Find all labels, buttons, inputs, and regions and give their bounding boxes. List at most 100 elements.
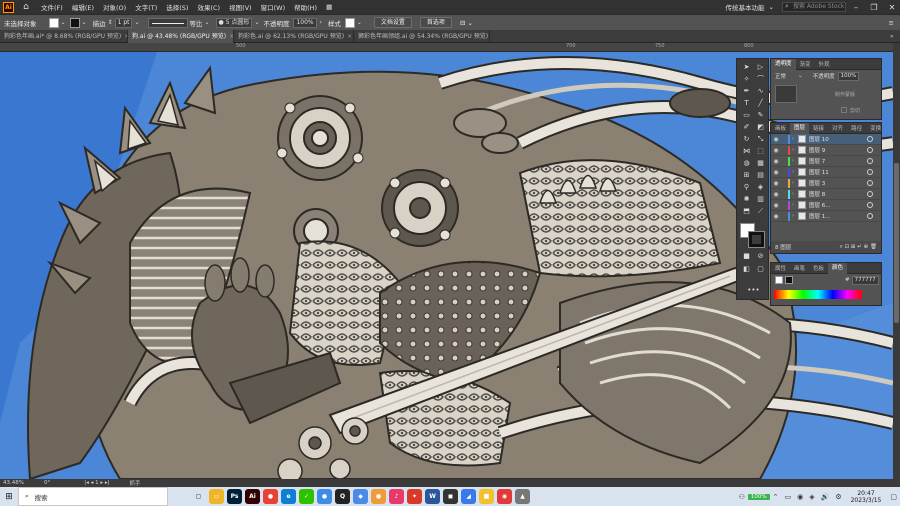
layer-row[interactable]: ◉ › 图层 9: [771, 145, 881, 156]
free-transform-icon[interactable]: ⬚: [754, 146, 767, 157]
symbol-sprayer-icon[interactable]: ✺: [740, 194, 753, 205]
mic-icon[interactable]: ◉: [797, 493, 803, 501]
illustrator-icon[interactable]: Ai: [245, 489, 260, 504]
network-icon[interactable]: ▭: [784, 493, 791, 501]
brush-definition[interactable]: ● 5 点圆形: [215, 17, 253, 28]
close-icon[interactable]: ×: [347, 33, 352, 40]
workspace-switcher[interactable]: 传统基本功能: [726, 2, 765, 12]
layer-name[interactable]: 图层 11: [809, 168, 867, 176]
opacity-field[interactable]: 100%: [837, 71, 860, 81]
battery-indicator[interactable]: 100%: [747, 493, 770, 500]
file-explorer-icon[interactable]: ▭: [209, 489, 224, 504]
graph-tool-icon[interactable]: ▥: [754, 194, 767, 205]
stepper-icon[interactable]: ⇕: [108, 19, 113, 26]
tab-color[interactable]: 颜色: [828, 262, 848, 274]
layer-name[interactable]: 图层 9: [809, 146, 867, 154]
scale-tool-icon[interactable]: ⤡: [754, 134, 767, 145]
tab-doc-3[interactable]: 狗彩色.ai @ 62.13% (RGB/GPU 预览) ×: [234, 30, 354, 43]
preferences-button[interactable]: 首选项: [419, 17, 452, 28]
app-blue-icon[interactable]: ◆: [353, 489, 368, 504]
more-tools-icon[interactable]: •••: [747, 285, 760, 296]
menu-select[interactable]: 选择(S): [166, 2, 188, 12]
target-icon[interactable]: [867, 147, 873, 153]
app-orange-icon[interactable]: ●: [371, 489, 386, 504]
eye-icon[interactable]: ◉: [771, 147, 781, 154]
taskbar-search[interactable]: ⌕ 搜索: [18, 487, 168, 506]
menu-help[interactable]: 帮助(H): [294, 2, 317, 12]
chevron-down-icon[interactable]: ⌄: [254, 19, 259, 26]
app-tray-icon[interactable]: ◈: [809, 493, 814, 501]
layer-name[interactable]: 图层 3: [809, 179, 867, 187]
make-mask-button[interactable]: 制作蒙版: [835, 91, 855, 98]
input-method-icon[interactable]: ⚙: [835, 493, 841, 501]
eye-icon[interactable]: ◉: [771, 136, 781, 143]
mesh-tool-icon[interactable]: ⊞: [740, 170, 753, 181]
none-mode-icon[interactable]: ⊘: [754, 251, 767, 262]
rectangle-tool-icon[interactable]: ▭: [740, 110, 753, 121]
slice-tool-icon[interactable]: ⟋: [754, 206, 767, 217]
eye-icon[interactable]: ◉: [771, 191, 781, 198]
menu-view[interactable]: 视图(V): [229, 2, 252, 12]
photoshop-icon[interactable]: Ps: [227, 489, 242, 504]
layer-name[interactable]: 图层 10: [809, 135, 867, 143]
tab-gradient[interactable]: 渐变: [796, 60, 815, 68]
menu-object[interactable]: 对象(O): [103, 2, 126, 12]
curvature-tool-icon[interactable]: ∿: [754, 86, 767, 97]
eye-icon[interactable]: ◉: [771, 158, 781, 165]
notification-icon[interactable]: ▢: [890, 493, 897, 501]
tab-doc-2[interactable]: 狗.ai @ 43.48% (RGB/GPU 预览) ×: [128, 30, 234, 43]
perspective-grid-icon[interactable]: ▦: [754, 158, 767, 169]
layer-row[interactable]: ◉ › 图层 10: [771, 134, 881, 145]
chrome-icon[interactable]: ●: [263, 489, 278, 504]
volume-icon[interactable]: 🔊: [821, 493, 830, 501]
layer-name[interactable]: 图层 8: [809, 190, 867, 198]
artboard-tool-icon[interactable]: ⬒: [740, 206, 753, 217]
width-tool-icon[interactable]: ⋈: [740, 146, 753, 157]
chevron-down-icon[interactable]: ⌄: [61, 19, 66, 26]
menu-window[interactable]: 窗口(W): [261, 2, 286, 12]
draw-mode-icon[interactable]: ◧: [740, 264, 753, 275]
direct-selection-tool-icon[interactable]: ▷: [754, 62, 767, 73]
target-icon[interactable]: [867, 191, 873, 197]
shaper-tool-icon[interactable]: ✐: [740, 122, 753, 133]
tab-swatches[interactable]: 色板: [809, 264, 828, 272]
app-yellow-icon[interactable]: ■: [479, 489, 494, 504]
menu-file[interactable]: 文件(F): [41, 2, 63, 12]
edge-icon[interactable]: e: [281, 489, 296, 504]
close-icon[interactable]: ✕: [884, 3, 900, 12]
layer-name[interactable]: 图层 7: [809, 157, 867, 165]
rotation-value[interactable]: 0°: [44, 480, 50, 486]
layer-row[interactable]: ◉ › 图层 1...: [771, 211, 881, 222]
tab-links[interactable]: 链接: [809, 124, 828, 132]
chevron-down-icon[interactable]: ⌄: [798, 73, 803, 79]
stroke-indicator[interactable]: [785, 276, 793, 284]
system-clock[interactable]: 20:47 2023/3/15: [851, 490, 882, 504]
chevron-down-icon[interactable]: ⌄: [357, 19, 362, 26]
lasso-icon[interactable]: ⌒: [754, 74, 767, 85]
chevron-right-icon[interactable]: ›: [319, 19, 321, 26]
layer-row[interactable]: ◉ › 图层 6...: [771, 200, 881, 211]
target-icon[interactable]: [867, 169, 873, 175]
stroke-color-box[interactable]: [748, 231, 765, 248]
zoom-level[interactable]: 43.48%: [3, 480, 24, 486]
gradient-tool-icon[interactable]: ▤: [754, 170, 767, 181]
layer-row[interactable]: ◉ › 图层 7: [771, 156, 881, 167]
target-icon[interactable]: [867, 158, 873, 164]
type-tool-icon[interactable]: T: [740, 98, 753, 109]
qq-icon[interactable]: Q: [335, 489, 350, 504]
target-icon[interactable]: [867, 202, 873, 208]
horizontal-ruler[interactable]: 500 700 750 800: [0, 43, 893, 52]
menu-edit[interactable]: 编辑(E): [72, 2, 94, 12]
eye-icon[interactable]: ◉: [771, 169, 781, 176]
layer-name[interactable]: 图层 6...: [809, 201, 867, 209]
app-word-icon[interactable]: W: [425, 489, 440, 504]
stock-search-input[interactable]: 搜索 Adobe Stock: [782, 2, 846, 12]
tab-doc-1[interactable]: 狗彩色年画.ai* @ 8.68% (RGB/GPU 预览)×: [0, 30, 128, 43]
wechat-icon[interactable]: ✓: [299, 489, 314, 504]
opacity-label[interactable]: 不透明度: [263, 18, 289, 28]
tab-doc-4[interactable]: 狮彩色年画领组.ai @ 54.34% (RGB/GPU 预览)×: [354, 30, 490, 43]
tab-brushes[interactable]: 画笔: [790, 264, 809, 272]
stroke-swatch[interactable]: [69, 17, 80, 28]
app-gray-icon[interactable]: ▲: [515, 489, 530, 504]
chevron-up-icon[interactable]: ⌃: [773, 493, 779, 501]
